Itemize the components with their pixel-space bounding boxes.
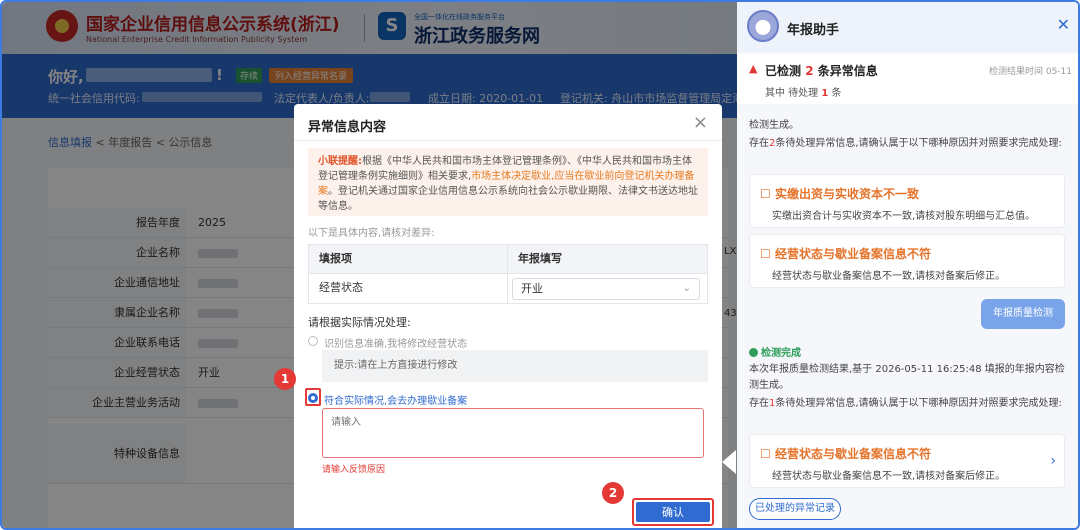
row-item: 经营状态 [309, 274, 508, 303]
issue-card-capital[interactable]: ☐ 实缴出资与实收资本不一致 实缴出资合计与实收资本不一致,请核对股东明细与汇总… [749, 174, 1065, 228]
detect-suffix: 条异常信息 [817, 64, 878, 78]
select-value: 开业 [521, 282, 543, 295]
compare-hint: 以下是具体内容,请核对差异: [308, 228, 435, 239]
regulation-tip: 小联提醒:根据《中华人民共和国市场主体登记管理条例》、《中华人民共和国市场主体登… [308, 148, 708, 216]
exist2-suffix: 条待处理异常信息,请确认属于以下哪种原因并对照要求完成处理: [775, 398, 1062, 409]
card-title: ☐ 经营状态与歇业备案信息不符 [760, 245, 931, 262]
issue-card-status-2[interactable]: ☐ 经营状态与歇业备案信息不符 经营状态与歇业备案信息不一致,请核对备案后修正。… [749, 434, 1065, 488]
detect-time: 检测结果时间 05-11 [988, 67, 1072, 77]
check-done: 检测完成 [749, 344, 801, 359]
report-assistant-panel: 年报助手 ✕ ▲ 已检测 2 条异常信息 检测结果时间 05-11 其中 待处理… [737, 2, 1078, 528]
screenshot-frame: 国家企业信用信息公示系统(浙江) National Enterprise Cre… [0, 0, 1080, 530]
history-records-button[interactable]: 已处理的异常记录 [749, 498, 841, 520]
warning-doc-icon: ☐ [760, 247, 775, 261]
exist2-prefix: 存在 [749, 398, 769, 409]
quality-check-bubble[interactable]: 年报质量检测 [981, 299, 1065, 329]
detect-count: 2 [805, 64, 814, 78]
abnormal-info-dialog: 异常信息内容 × 小联提醒:根据《中华人民共和国市场主体登记管理条例》、《中华人… [294, 104, 722, 528]
option-modify-radio[interactable] [308, 336, 318, 346]
issue-card-status[interactable]: ☐ 经营状态与歇业备案信息不符 经营状态与歇业备案信息不一致,请核对备案后修正。 [749, 234, 1065, 288]
dialog-pointer [722, 450, 736, 474]
diff-table: 填报项 年报填写 经营状态 开业 ⌄ [308, 244, 708, 304]
warning-doc-icon: ☐ [760, 187, 775, 201]
detect-title: 已检测 2 条异常信息 [765, 62, 878, 79]
assistant-header: 年报助手 ✕ [737, 2, 1078, 52]
detect-prefix: 已检测 [765, 64, 802, 78]
dialog-divider [294, 140, 722, 141]
option-modify-label[interactable]: 识别信息准确,我将修改经营状态 [324, 335, 467, 350]
row-value-cell: 开业 ⌄ [508, 274, 707, 303]
card-title: ☐ 经营状态与歇业备案信息不符 [760, 445, 931, 462]
feedback-reason-input[interactable] [322, 408, 704, 458]
result-text: 本次年报质量检测结果,基于 2026-05-11 16:25:48 填报的年报内… [749, 364, 1065, 391]
tip-lead: 小联提醒: [318, 156, 362, 167]
exist-suffix: 条待处理异常信息,请确认属于以下哪种原因并对照要求完成处理: [775, 138, 1062, 149]
highlight-box-radio [305, 388, 321, 406]
exist-text: 存在2条待处理异常信息,请确认属于以下哪种原因并对照要求完成处理: [749, 136, 1074, 152]
robot-avatar-icon [747, 10, 779, 42]
pending-suffix: 条 [831, 88, 842, 99]
alarm-icon: ▲ [749, 62, 758, 75]
detect-summary: ▲ 已检测 2 条异常信息 检测结果时间 05-11 其中 待处理 1 条 [737, 54, 1078, 104]
pending-count: 其中 待处理 1 条 [765, 84, 842, 99]
card-title-text: 经营状态与歇业备案信息不符 [774, 247, 931, 261]
card-title-text: 经营状态与歇业备案信息不符 [774, 447, 931, 461]
col-header-item: 填报项 [309, 245, 508, 273]
option-modify-hint: 提示:请在上方直接进行修改 [322, 350, 708, 382]
table-row: 经营状态 开业 ⌄ [309, 273, 707, 303]
option-filing-label[interactable]: 符合实际情况,会去办理歇业备案 [324, 392, 467, 407]
pending-prefix: 其中 待处理 [765, 88, 819, 99]
gen-text: 检测生成。 [749, 120, 799, 131]
step-marker-1: 1 [274, 368, 296, 390]
col-header-filled: 年报填写 [518, 252, 562, 265]
close-icon[interactable]: × [693, 112, 708, 133]
assistant-title: 年报助手 [787, 23, 840, 38]
confirm-button[interactable]: 确认 [636, 502, 710, 522]
close-icon[interactable]: ✕ [1057, 15, 1070, 34]
handle-label: 请根据实际情况处理: [308, 316, 411, 329]
check-done-label: 检测完成 [761, 348, 801, 359]
card-desc: 实缴出资合计与实收资本不一致,请核对股东明细与汇总值。 [772, 211, 1036, 222]
business-status-select[interactable]: 开业 ⌄ [512, 278, 700, 300]
dialog-title: 异常信息内容 [308, 120, 387, 135]
pending-number: 1 [821, 88, 829, 99]
highlight-box-confirm: 确认 [632, 498, 714, 526]
tip-tail: 。登记机关通过国家企业信用信息公示系统向社会公示歇业期限、法律文书送达地址等信息… [318, 186, 698, 212]
exist-prefix: 存在 [749, 138, 769, 149]
feedback-error: 请输入反馈原因 [322, 465, 386, 475]
chevron-down-icon: ⌄ [682, 283, 691, 294]
check-done-icon [749, 348, 758, 357]
warning-doc-icon: ☐ [760, 447, 775, 461]
chevron-right-icon[interactable]: › [1050, 453, 1056, 469]
table-header: 填报项 年报填写 [309, 245, 707, 273]
card-title: ☐ 实缴出资与实收资本不一致 [760, 185, 919, 202]
card-title-text: 实缴出资与实收资本不一致 [774, 187, 919, 201]
step-marker-2: 2 [602, 482, 624, 504]
card-desc: 经营状态与歇业备案信息不一致,请核对备案后修正。 [772, 271, 1006, 282]
exist2-text: 存在1条待处理异常信息,请确认属于以下哪种原因并对照要求完成处理: [749, 396, 1074, 412]
card-desc: 经营状态与歇业备案信息不一致,请核对备案后修正。 [772, 471, 1006, 482]
